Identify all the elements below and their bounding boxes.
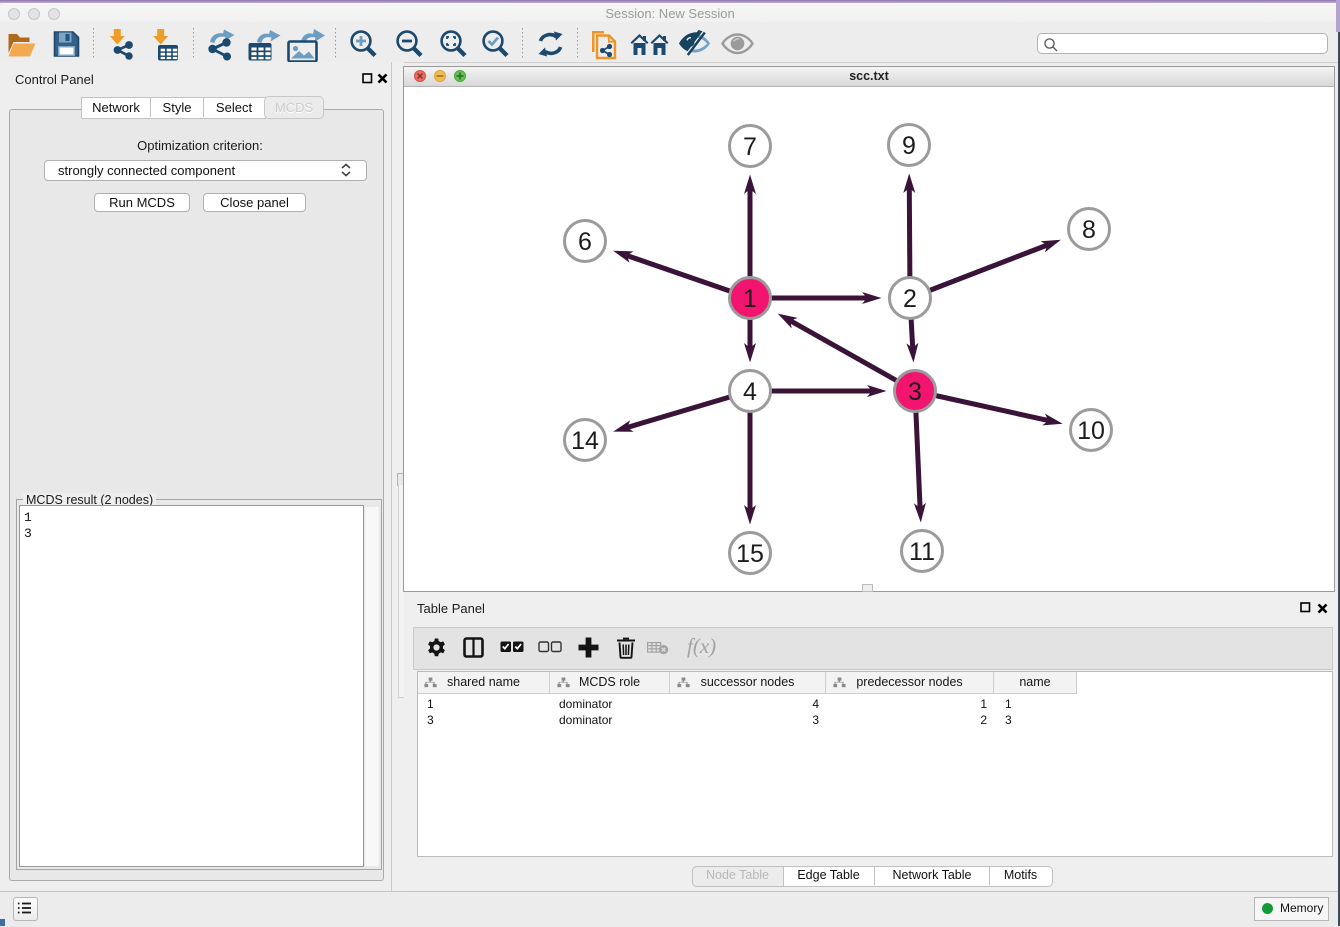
svg-text:4: 4 — [743, 378, 757, 406]
svg-text:1: 1 — [743, 285, 757, 313]
svg-text:9: 9 — [902, 132, 916, 160]
svg-text:7: 7 — [743, 133, 757, 161]
svg-text:3: 3 — [908, 378, 922, 406]
svg-text:14: 14 — [571, 427, 599, 455]
svg-text:11: 11 — [909, 538, 935, 566]
svg-text:10: 10 — [1077, 417, 1105, 445]
svg-text:6: 6 — [578, 228, 592, 256]
svg-text:8: 8 — [1082, 216, 1096, 244]
svg-text:15: 15 — [736, 540, 764, 568]
svg-text:2: 2 — [903, 285, 917, 313]
